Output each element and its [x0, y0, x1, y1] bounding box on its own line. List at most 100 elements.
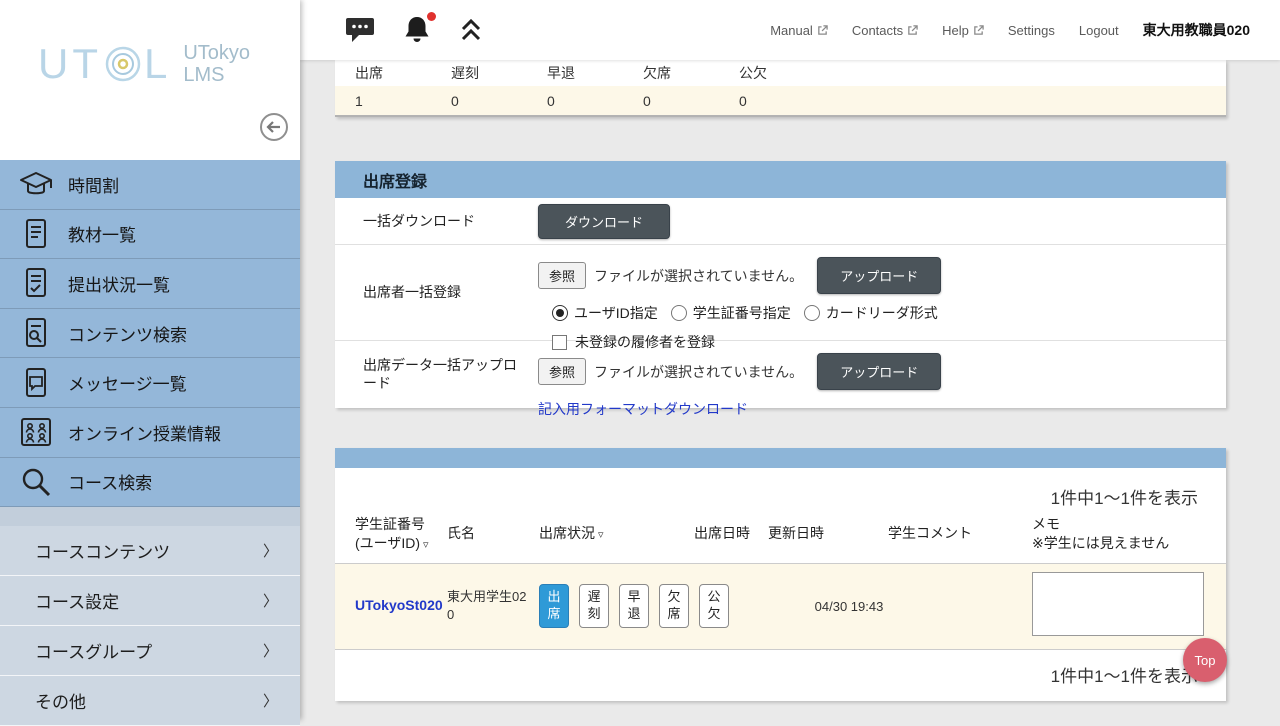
settings-link-label: Settings: [1008, 23, 1055, 38]
sidebar-item-label: コースコンテンツ: [35, 538, 170, 563]
registration-panel-header: 出席登録: [335, 161, 1226, 198]
summary-header-leave-early: 早退: [527, 63, 623, 83]
radio-student-number-label: 学生証番号指定: [693, 303, 791, 323]
sidebar-item-online-class-info[interactable]: オンライン授業情報: [0, 408, 300, 458]
sidebar: UT L UTokyo LMS: [0, 0, 300, 720]
upload-button[interactable]: アップロード: [817, 257, 941, 294]
sidebar-item-course-search[interactable]: コース検索: [0, 458, 300, 508]
topbar-icons: [345, 14, 483, 46]
sidebar-item-submission-status[interactable]: 提出状況一覧: [0, 259, 300, 309]
topbar-links: Manual Contacts Help: [770, 20, 1250, 40]
radio-user-id-button[interactable]: [552, 305, 568, 321]
scroll-to-top-button[interactable]: Top: [1183, 638, 1227, 682]
logout-link[interactable]: Logout: [1079, 23, 1119, 38]
upload-button[interactable]: アップロード: [817, 353, 941, 390]
attendee-file-line: 参照 ファイルが選択されていません。 アップロード: [538, 257, 1226, 294]
sidebar-item-label: オンライン授業情報: [68, 420, 221, 445]
attendance-summary-table: 出席 遅刻 早退 欠席 公欠 1 0 0 0 0: [335, 60, 1226, 117]
contacts-link[interactable]: Contacts: [852, 23, 918, 38]
summary-header-present: 出席: [335, 63, 431, 83]
status-absent-button[interactable]: 欠席: [659, 584, 689, 628]
utol-logo: UT L UTokyo LMS: [38, 40, 250, 88]
sort-icon[interactable]: ▿: [423, 539, 429, 551]
help-link[interactable]: Help: [942, 23, 984, 38]
bulk-download-row: 一括ダウンロード ダウンロード: [335, 198, 1226, 245]
browse-file-button[interactable]: 参照: [538, 262, 586, 289]
register-unregistered-checkbox[interactable]: [552, 335, 567, 350]
status-present-button[interactable]: 出席: [539, 584, 569, 628]
manual-link[interactable]: Manual: [770, 23, 828, 38]
sidebar-item-messages[interactable]: メッセージ一覧: [0, 358, 300, 408]
collapse-up-icon[interactable]: [459, 17, 483, 43]
attendance-registration-panel: 出席登録 一括ダウンロード ダウンロード 出席者一括登録 参照 ファイルが選択さ…: [335, 161, 1226, 408]
no-file-selected-text: ファイルが選択されていません。: [594, 266, 803, 286]
sidebar-item-label: 提出状況一覧: [68, 271, 170, 296]
sidebar-item-label: コース検索: [68, 469, 152, 494]
sidebar-item-label: コースグループ: [35, 638, 152, 663]
external-link-icon: [817, 25, 828, 36]
header-student-comment: 学生コメント: [888, 524, 1032, 543]
logo-text-left: UT: [38, 40, 102, 88]
summary-value-present: 1: [335, 93, 431, 109]
browse-file-button[interactable]: 参照: [538, 358, 586, 385]
sidebar-item-timetable[interactable]: 時間割: [0, 160, 300, 210]
radio-option-user-id[interactable]: ユーザID指定: [552, 303, 658, 323]
logo-area: UT L UTokyo LMS: [0, 0, 300, 160]
sidebar-item-others[interactable]: その他 〉: [0, 676, 300, 726]
sidebar-item-label: メッセージ一覧: [68, 370, 187, 395]
sort-icon[interactable]: ▿: [598, 529, 604, 541]
summary-header-row: 出席 遅刻 早退 欠席 公欠: [335, 60, 1226, 86]
sidebar-item-course-contents[interactable]: コースコンテンツ 〉: [0, 526, 300, 576]
sidebar-item-label: 教材一覧: [68, 221, 136, 246]
online-class-icon: [16, 417, 56, 447]
external-link-icon: [907, 25, 918, 36]
status-excused-button[interactable]: 公欠: [699, 584, 729, 628]
radio-option-card-reader[interactable]: カードリーダ形式: [804, 303, 938, 323]
sidebar-collapse-button[interactable]: [258, 112, 290, 144]
sidebar-item-course-group[interactable]: コースグループ 〉: [0, 626, 300, 676]
update-time-cell: 04/30 19:43: [814, 599, 884, 614]
logout-link-label: Logout: [1079, 23, 1119, 38]
logo-subtitle-line2: LMS: [183, 64, 250, 86]
sidebar-sub-menu: コースコンテンツ 〉 コース設定 〉 コースグループ 〉 その他 〉: [0, 526, 300, 726]
status-late-button[interactable]: 遅刻: [579, 584, 609, 628]
summary-value-excused: 0: [719, 93, 815, 109]
sidebar-item-materials[interactable]: 教材一覧: [0, 210, 300, 260]
radio-student-number-button[interactable]: [671, 305, 687, 321]
sidebar-item-content-search[interactable]: コンテンツ検索: [0, 309, 300, 359]
messages-bubble-icon[interactable]: [345, 16, 375, 44]
id-type-radio-group: ユーザID指定 学生証番号指定 カードリーダ形式: [552, 303, 1226, 323]
settings-link[interactable]: Settings: [1008, 23, 1055, 38]
student-id-link[interactable]: UTokyoSt020: [355, 597, 443, 613]
result-count-bottom: 1件中1〜1件を表示: [335, 650, 1226, 701]
radio-option-student-number[interactable]: 学生証番号指定: [671, 303, 791, 323]
arrow-left-circle-icon: [259, 112, 289, 142]
sidebar-main-menu: 時間割 教材一覧 提出状況一覧: [0, 160, 300, 507]
messages-icon: [16, 366, 56, 400]
memo-textarea[interactable]: [1032, 572, 1204, 636]
main-content: 出席 遅刻 早退 欠席 公欠 1 0 0 0 0 出席登録 一括ダウンロード: [300, 60, 1280, 720]
sidebar-item-course-settings[interactable]: コース設定 〉: [0, 576, 300, 626]
sidebar-item-label: その他: [35, 688, 86, 713]
notification-bell-icon[interactable]: [401, 14, 433, 46]
materials-icon: [16, 217, 56, 251]
radio-card-reader-button[interactable]: [804, 305, 820, 321]
format-download-link[interactable]: 記入用フォーマットダウンロード: [538, 399, 748, 419]
status-leave-early-button[interactable]: 早退: [619, 584, 649, 628]
no-file-selected-text: ファイルが選択されていません。: [594, 362, 803, 382]
header-student-number[interactable]: 学生証番号 (ユーザID)▿: [355, 515, 447, 553]
bulk-download-label: 一括ダウンロード: [363, 212, 538, 230]
content-search-icon: [16, 316, 56, 350]
logo-text-right: L: [144, 40, 171, 88]
download-button[interactable]: ダウンロード: [538, 204, 670, 239]
radio-card-reader-label: カードリーダ形式: [826, 303, 938, 323]
topbar: Manual Contacts Help: [300, 0, 1280, 60]
summary-header-absent: 欠席: [623, 63, 719, 83]
chevron-right-icon: 〉: [263, 540, 278, 561]
unregistered-checkbox-line: 未登録の履修者を登録: [552, 332, 1226, 352]
status-button-group: 出席 遅刻 早退 欠席 公欠: [539, 584, 739, 628]
main-area: Manual Contacts Help: [300, 0, 1280, 720]
chevron-right-icon: 〉: [263, 590, 278, 611]
header-status[interactable]: 出席状況▿: [539, 524, 694, 543]
user-name: 東大用教職員020: [1143, 20, 1250, 40]
